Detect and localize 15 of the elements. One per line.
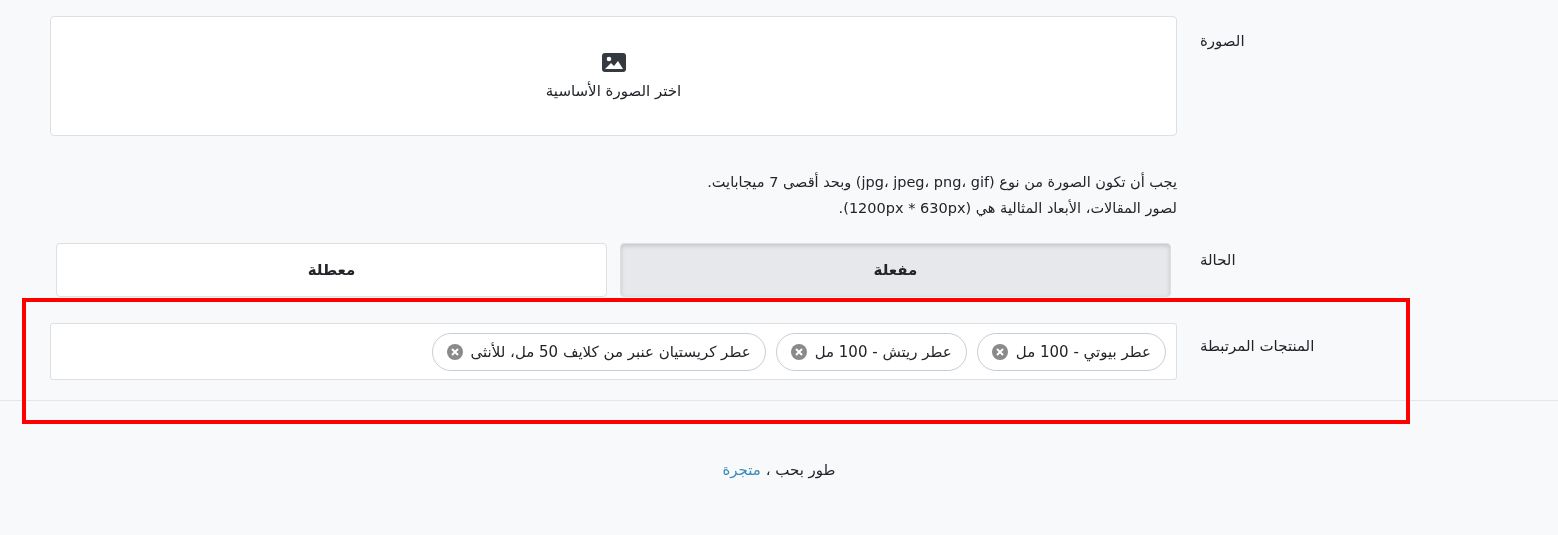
remove-icon[interactable] — [790, 343, 807, 360]
field-label: المنتجات المرتبطة — [1200, 336, 1316, 357]
footer-link[interactable]: متجرة — [722, 461, 761, 479]
status-option[interactable]: مفعلة — [620, 243, 1171, 297]
field-label: الحالة — [1200, 250, 1237, 271]
image-upload-button[interactable]: اختر الصورة الأساسية — [50, 16, 1177, 136]
help-text: يجب أن تكون الصورة من نوع (jpg، jpeg، png، gif) وبحد أقصى 7 ميجابايت. — [706, 171, 1177, 193]
help-text: لصور المقالات، الأبعاد المثالية هي (1200px * 630px). — [837, 198, 1177, 219]
remove-icon[interactable] — [446, 343, 463, 360]
tags-input-field[interactable]: عطر بيوتي - 100 مل عطر ريتش - 100 مل عطر كريستيان عنبر من كلايف 50 مل، للأنثى — [50, 323, 1177, 380]
remove-icon[interactable] — [991, 343, 1008, 360]
image-icon — [601, 52, 626, 72]
status-option[interactable]: معطلة — [56, 243, 607, 297]
footer-text: طور بحب ، متجرة — [722, 461, 836, 479]
field-label: الصورة — [1200, 31, 1246, 52]
